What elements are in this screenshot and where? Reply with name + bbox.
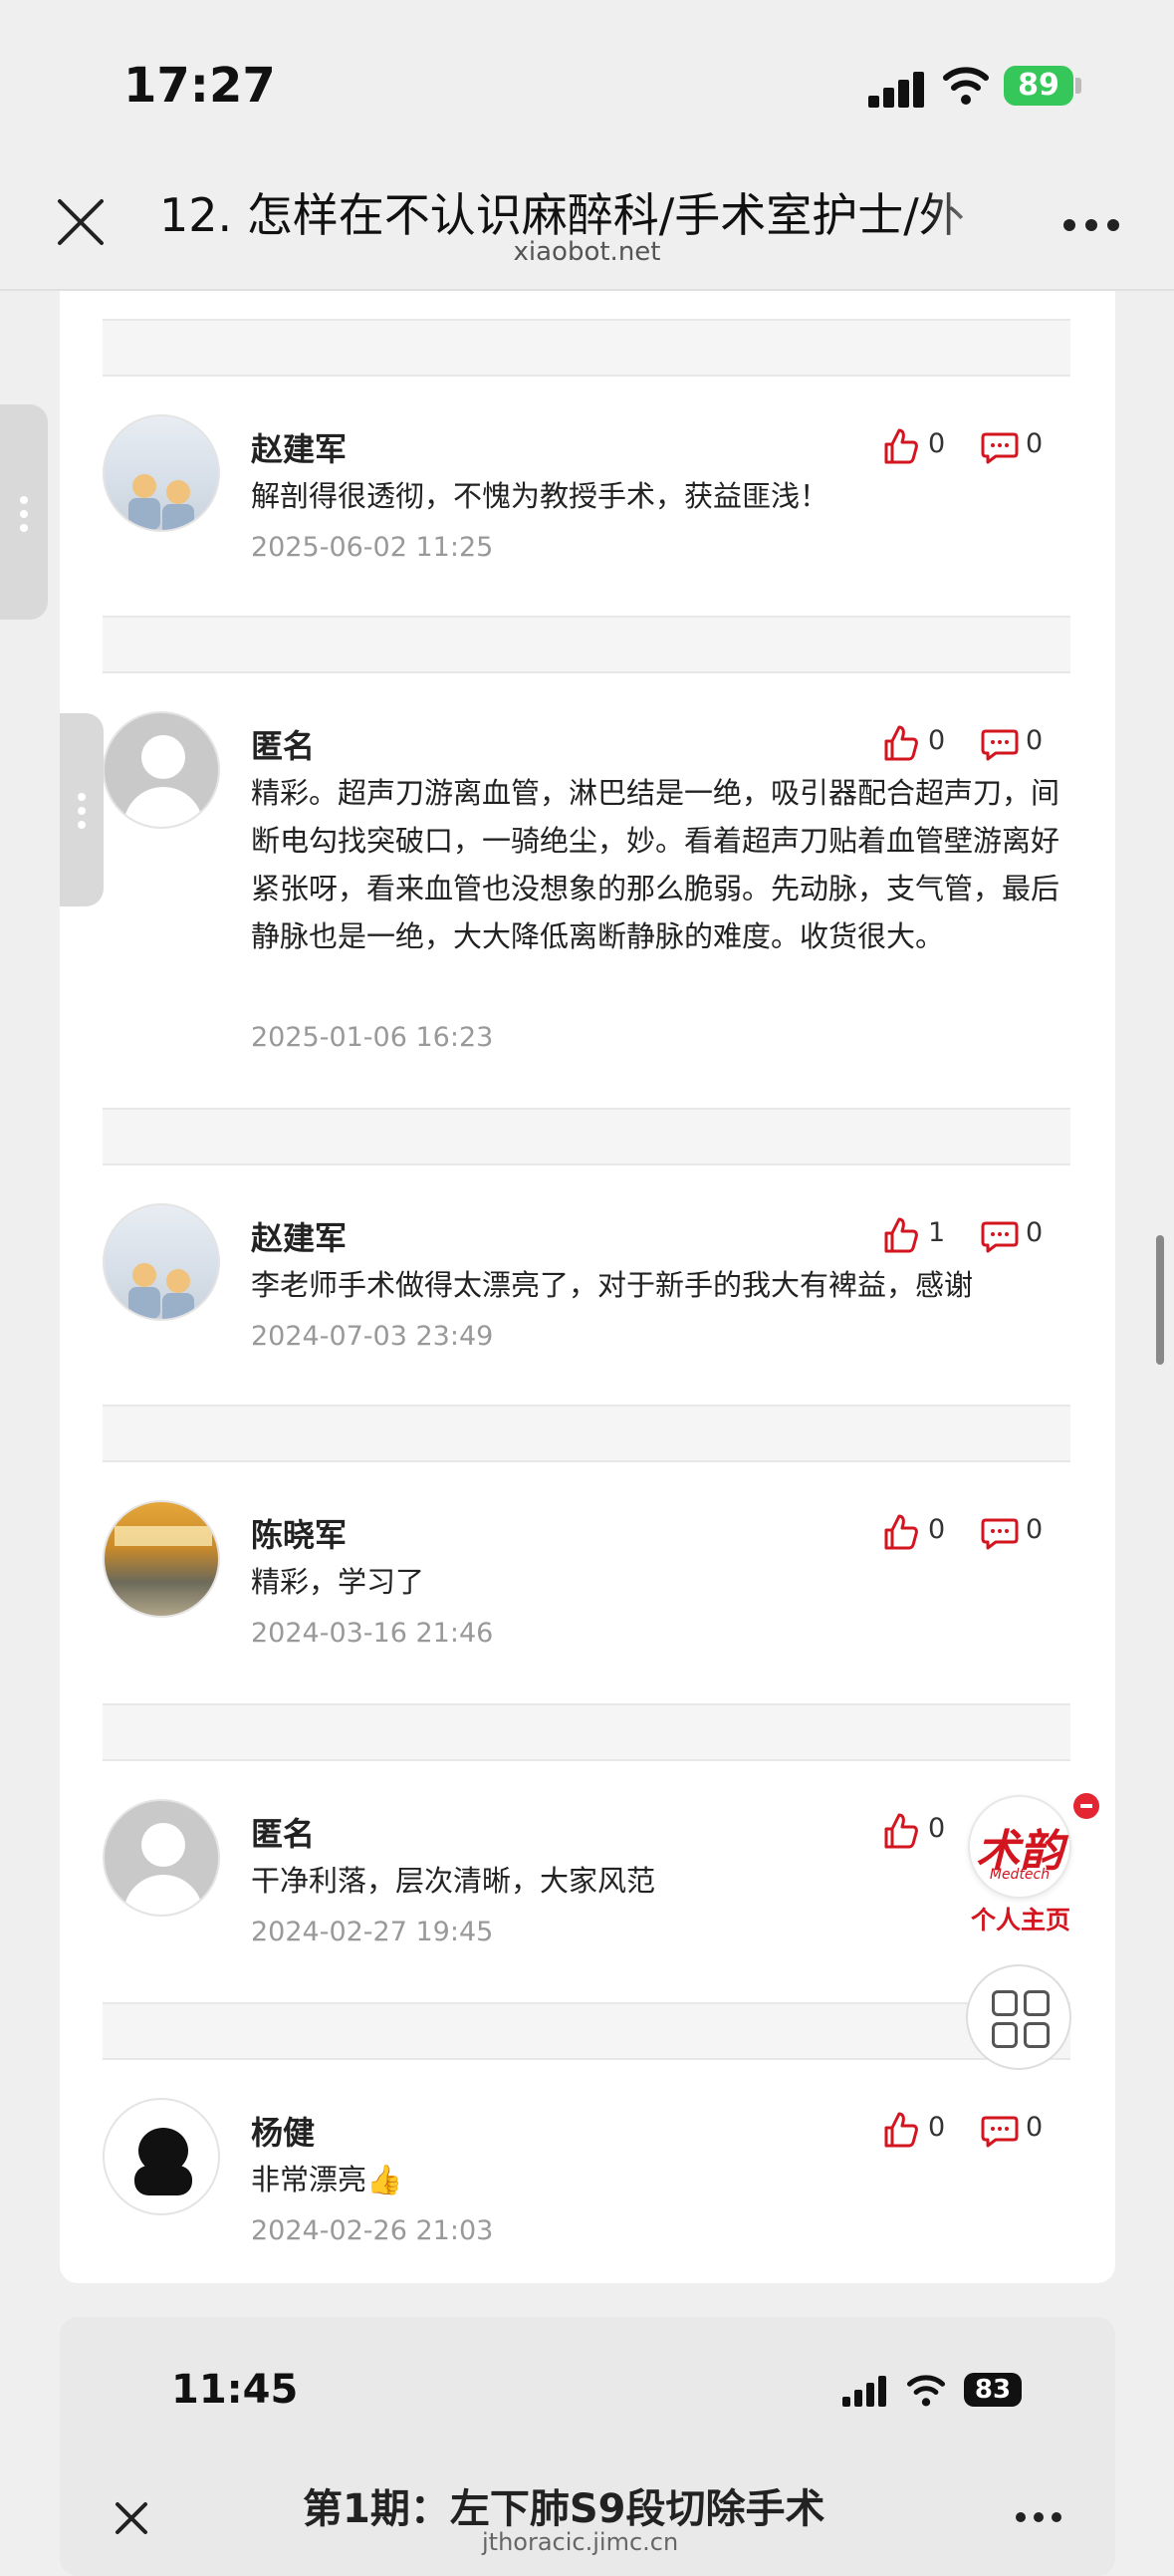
avatar[interactable] bbox=[103, 414, 220, 532]
status-time: 17:27 bbox=[123, 58, 276, 114]
comment-text: 精彩，学习了 bbox=[251, 1565, 425, 1599]
comment-text: 精彩。超声刀游离血管，淋巴结是一绝，吸引器配合超声刀，间断电勾找突破口，一骑绝尘… bbox=[251, 776, 1060, 953]
scrollbar[interactable] bbox=[1156, 1235, 1164, 1365]
avatar[interactable] bbox=[103, 711, 220, 829]
thumbs-up-icon[interactable] bbox=[880, 1215, 920, 1255]
comment-separator bbox=[103, 319, 1070, 377]
commenter-name[interactable]: 匿名 bbox=[251, 1809, 315, 1855]
exit-badge-icon[interactable] bbox=[1073, 1793, 1099, 1819]
like-count: 0 bbox=[928, 1514, 946, 1545]
comment-separator bbox=[103, 616, 1070, 673]
reply-count: 0 bbox=[1026, 1217, 1044, 1248]
side-drawer-handle[interactable] bbox=[60, 713, 104, 906]
reply-count: 0 bbox=[1026, 1514, 1044, 1545]
commenter-name[interactable]: 赵建军 bbox=[251, 424, 347, 470]
avatar[interactable] bbox=[103, 1500, 220, 1618]
comment-icon[interactable] bbox=[980, 1512, 1020, 1552]
embedded-screenshot: 11:45 83 第1期：左下肺S9段切除手术 jthoracic.jimc.c… bbox=[60, 2317, 1115, 2576]
comment-text: 解剖得很透彻，不愧为教授手术，获益匪浅！ bbox=[251, 479, 829, 513]
embedded-page-url: jthoracic.jimc.cn bbox=[482, 2528, 679, 2556]
embedded-battery-indicator: 83 bbox=[964, 2373, 1022, 2407]
comment-icon[interactable] bbox=[980, 1215, 1020, 1255]
like-count: 0 bbox=[928, 428, 946, 459]
avatar[interactable] bbox=[103, 2098, 220, 2215]
comment-date: 2024-07-03 23:49 bbox=[251, 1321, 494, 1352]
brand-logo-button[interactable]: 术韵 Medtech bbox=[968, 1795, 1071, 1899]
thumbs-up-icon[interactable] bbox=[880, 1811, 920, 1851]
embedded-page-title: 第1期：左下肺S9段切除手术 bbox=[303, 2486, 825, 2532]
reply-count: 0 bbox=[1026, 2112, 1044, 2143]
comment-icon[interactable] bbox=[980, 723, 1020, 763]
commenter-name[interactable]: 匿名 bbox=[251, 721, 315, 767]
wifi-icon bbox=[943, 67, 989, 105]
comment-text: 李老师手术做得太漂亮了，对于新手的我大有裨益，感谢 bbox=[251, 1268, 974, 1302]
thumbs-up-icon[interactable] bbox=[880, 426, 920, 466]
close-icon bbox=[116, 2502, 147, 2534]
page-title: 12. 怎样在不认识麻醉科/手术室护士/外 bbox=[159, 188, 965, 241]
commenter-name[interactable]: 赵建军 bbox=[251, 1213, 347, 1259]
thumbs-up-icon[interactable] bbox=[880, 1512, 920, 1552]
battery-tip bbox=[1075, 78, 1081, 94]
comment-separator bbox=[103, 1703, 1070, 1761]
thumbs-up-icon[interactable] bbox=[880, 2110, 920, 2150]
comment-date: 2025-06-02 11:25 bbox=[251, 532, 494, 563]
reply-count: 0 bbox=[1026, 725, 1044, 756]
brand-logo-subtext: Medtech bbox=[989, 1867, 1051, 1883]
page-url: xiaobot.net bbox=[513, 237, 661, 267]
battery-indicator: 89 bbox=[1004, 66, 1073, 106]
comment-date: 2025-01-06 16:23 bbox=[251, 1022, 494, 1053]
reply-count: 0 bbox=[1026, 428, 1044, 459]
browser-navbar: 12. 怎样在不认识麻醉科/手术室护士/外 xiaobot.net bbox=[0, 149, 1174, 291]
like-count: 0 bbox=[928, 725, 946, 756]
comment-date: 2024-03-16 21:46 bbox=[251, 1618, 494, 1649]
commenter-name[interactable]: 陈晓军 bbox=[251, 1510, 347, 1556]
status-bar: 17:27 89 bbox=[0, 0, 1174, 149]
like-count: 0 bbox=[928, 2112, 946, 2143]
comment-separator bbox=[103, 1108, 1070, 1165]
comment-icon[interactable] bbox=[980, 426, 1020, 466]
cellular-signal-icon bbox=[868, 68, 926, 108]
comment-icon[interactable] bbox=[980, 2110, 1020, 2150]
thumbs-up-icon[interactable] bbox=[880, 723, 920, 763]
side-drawer-handle[interactable] bbox=[0, 404, 48, 620]
more-menu-button[interactable] bbox=[1063, 219, 1123, 233]
commenter-name[interactable]: 杨健 bbox=[251, 2108, 315, 2154]
avatar[interactable] bbox=[103, 1203, 220, 1321]
comment-separator bbox=[103, 2002, 1070, 2060]
embedded-status-time: 11:45 bbox=[171, 2367, 299, 2413]
avatar[interactable] bbox=[103, 1799, 220, 1917]
cellular-signal-icon bbox=[842, 2375, 886, 2407]
comment-date: 2024-02-26 21:03 bbox=[251, 2215, 494, 2246]
comment-date: 2024-02-27 19:45 bbox=[251, 1917, 494, 1947]
more-icon bbox=[1016, 2512, 1065, 2524]
personal-homepage-link[interactable]: 个人主页 bbox=[966, 1901, 1075, 1936]
comment-text: 干净利落，层次清晰，大家风范 bbox=[251, 1864, 656, 1898]
like-count: 0 bbox=[928, 1813, 946, 1844]
title-fade bbox=[926, 179, 1016, 241]
comment-separator bbox=[103, 1405, 1070, 1462]
wifi-icon bbox=[907, 2375, 945, 2407]
like-count: 1 bbox=[928, 1217, 946, 1248]
grid-menu-button[interactable] bbox=[966, 1964, 1071, 2070]
comment-text: 非常漂亮👍 bbox=[251, 2163, 403, 2196]
